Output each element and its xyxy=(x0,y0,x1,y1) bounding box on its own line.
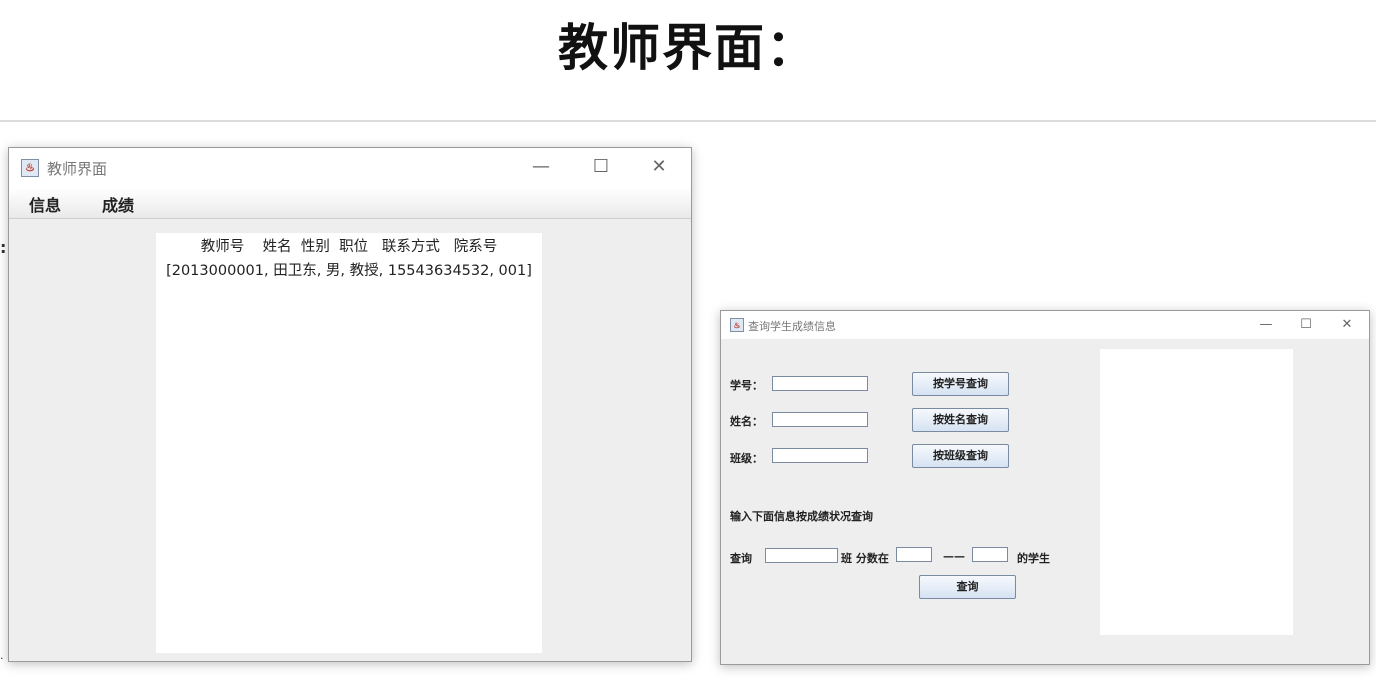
score-query-instruction: 输入下面信息按成绩状况查询 xyxy=(730,510,873,523)
score-window-titlebar[interactable]: ♨ 查询学生成绩信息 — ☐ ✕ xyxy=(721,311,1369,339)
teacher-window-title: 教师界面 xyxy=(47,160,108,178)
search-by-id-button[interactable]: 按学号查询 xyxy=(912,372,1009,396)
table-header: 教师号 姓名 性别 职位 联系方式 院系号 xyxy=(200,239,498,255)
background-colon: : xyxy=(0,238,7,257)
minimize-button[interactable]: — xyxy=(521,154,561,180)
student-name-input[interactable] xyxy=(772,412,868,427)
table-row[interactable]: [2013000001, 田卫东, 男, 教授, 15543634532, 00… xyxy=(156,259,542,280)
student-id-label: 学号： xyxy=(730,379,763,392)
teacher-window-titlebar[interactable]: ♨ 教师界面 — ☐ ✕ xyxy=(9,148,691,188)
maximize-button[interactable]: ☐ xyxy=(581,154,621,180)
range-class-suffix: 班 分数在 xyxy=(841,552,889,565)
menu-grades[interactable]: 成绩 xyxy=(102,192,134,216)
document-divider xyxy=(0,120,1376,122)
teacher-window: ♨ 教师界面 — ☐ ✕ 信息 成绩 教师号 姓名 性别 职位 联系方式 院系号… xyxy=(8,147,692,662)
class-input[interactable] xyxy=(772,448,868,463)
java-coffee-icon: ♨ xyxy=(730,318,744,332)
range-query-prefix: 查询 xyxy=(730,552,752,565)
range-class-input[interactable] xyxy=(765,548,838,563)
background-mark: · xyxy=(0,652,4,665)
teacher-info-panel: 教师号 姓名 性别 职位 联系方式 院系号 [2013000001, 田卫东, … xyxy=(156,233,542,653)
student-id-input[interactable] xyxy=(772,376,868,391)
class-label: 班级： xyxy=(730,452,763,465)
score-query-window: ♨ 查询学生成绩信息 — ☐ ✕ 学号： 按学号查询 姓名： 按姓名查询 班级：… xyxy=(720,310,1370,665)
page-heading: 教师界面： xyxy=(558,18,818,77)
java-coffee-icon: ♨ xyxy=(21,159,39,177)
max-score-input[interactable] xyxy=(972,547,1008,562)
min-score-input[interactable] xyxy=(896,547,932,562)
range-separator: —— xyxy=(943,550,965,563)
range-query-suffix: 的学生 xyxy=(1017,552,1050,565)
menu-bar: 信息 成绩 xyxy=(9,188,691,219)
search-by-name-button[interactable]: 按姓名查询 xyxy=(912,408,1009,432)
student-name-label: 姓名： xyxy=(730,415,763,428)
close-button[interactable]: ✕ xyxy=(1332,315,1362,335)
maximize-button[interactable]: ☐ xyxy=(1291,315,1321,335)
close-button[interactable]: ✕ xyxy=(639,154,679,180)
query-button[interactable]: 查询 xyxy=(919,575,1016,599)
minimize-button[interactable]: — xyxy=(1251,315,1281,335)
search-by-class-button[interactable]: 按班级查询 xyxy=(912,444,1009,468)
score-window-title: 查询学生成绩信息 xyxy=(748,320,836,333)
results-panel xyxy=(1100,349,1293,635)
menu-info[interactable]: 信息 xyxy=(29,192,61,216)
